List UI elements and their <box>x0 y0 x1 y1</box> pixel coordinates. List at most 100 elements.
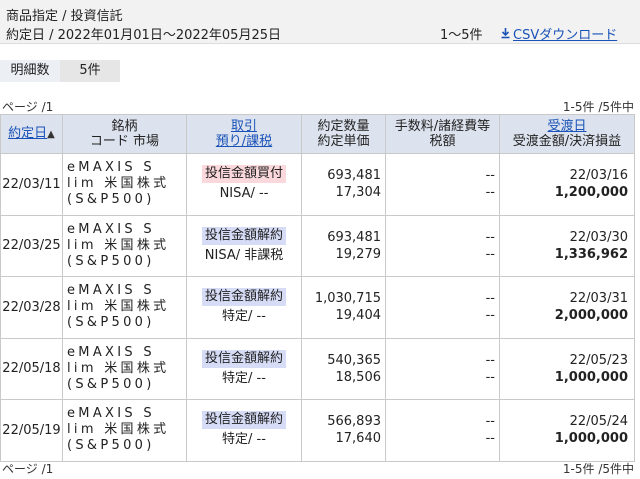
settlement-date: 22/05/23 <box>569 352 628 368</box>
table-row: 22/03/28 eMAXIS Slim 米国株式 (S&P500) 投信金額解約 特定… <box>0 276 635 339</box>
sort-trade-link[interactable]: 取引 <box>187 119 301 134</box>
quantity: 693,481 <box>327 229 381 245</box>
col-trade[interactable]: 取引 預り/課税 <box>186 114 302 154</box>
fund-name-line3: (S&P500) <box>67 253 155 269</box>
fund-name[interactable]: eMAXIS Slim 米国株式 (S&P500) <box>62 399 187 462</box>
fee-cell: -- -- <box>385 276 500 339</box>
csv-download-label: CSVダウンロード <box>513 28 618 43</box>
fee: -- <box>485 229 495 245</box>
settlement-cell: 22/03/16 1,200,000 <box>499 153 635 216</box>
quantity: 566,893 <box>327 414 381 430</box>
table-row: 22/03/11 eMAXIS Slim 米国株式 (S&P500) 投信金額買付 NI… <box>0 153 635 216</box>
account-type: 特定/ -- <box>222 432 266 448</box>
fund-name-line3: (S&P500) <box>67 192 155 208</box>
quantity-cell: 1,030,715 19,404 <box>301 276 386 339</box>
fund-name-line2: lim 米国株式 <box>67 237 170 253</box>
csv-download-link[interactable]: CSVダウンロード <box>500 24 617 43</box>
fund-name[interactable]: eMAXIS Slim 米国株式 (S&P500) <box>62 153 187 216</box>
quantity-cell: 693,481 17,304 <box>301 153 386 216</box>
settlement-amount: 1,200,000 <box>554 185 628 201</box>
trade-type-badge: 投信金額解約 <box>201 288 286 307</box>
quantity: 693,481 <box>327 168 381 184</box>
page-indicator-bottom: ページ /1 <box>2 462 54 476</box>
page-title: 商品指定 / 投資信託 <box>6 9 123 24</box>
fund-name-line1: eMAXIS S <box>67 283 155 299</box>
trade-date: 22/03/25 <box>0 214 63 277</box>
account-type: 特定/ -- <box>222 370 266 386</box>
sort-date-link[interactable]: 約定日 <box>8 126 47 141</box>
settlement-date: 22/03/30 <box>569 229 628 245</box>
sort-settle-link[interactable]: 受渡日 <box>500 119 634 134</box>
settlement-amount: 2,000,000 <box>554 308 628 324</box>
account-type: NISA/ -- <box>219 186 269 202</box>
fund-name-line2: lim 米国株式 <box>67 422 170 438</box>
col-date[interactable]: 約定日▲ <box>0 114 63 154</box>
quantity-cell: 693,481 19,279 <box>301 214 386 277</box>
trade-type-cell: 投信金額解約 NISA/ 非課税 <box>186 214 302 277</box>
settlement-amount: 1,000,000 <box>554 431 628 447</box>
header-panel: 商品指定 / 投資信託 約定日 / 2022年01月01日〜2022年05月25… <box>0 0 640 44</box>
settlement-cell: 22/03/31 2,000,000 <box>499 276 635 339</box>
settlement-cell: 22/03/30 1,336,962 <box>499 214 635 277</box>
col-settle[interactable]: 受渡日 受渡金額/決済損益 <box>499 114 635 154</box>
date-range: 約定日 / 2022年01月01日〜2022年05月25日 <box>6 28 281 43</box>
fee-cell: -- -- <box>385 399 500 462</box>
trade-type-cell: 投信金額解約 特定/ -- <box>186 399 302 462</box>
trade-type-cell: 投信金額買付 NISA/ -- <box>186 153 302 216</box>
fund-name-line2: lim 米国株式 <box>67 299 170 315</box>
trade-type-badge: 投信金額買付 <box>201 165 286 184</box>
col-fund-line2: コード 市場 <box>89 134 160 149</box>
fund-name[interactable]: eMAXIS Slim 米国株式 (S&P500) <box>62 337 187 400</box>
download-icon <box>500 27 512 43</box>
settlement-amount: 1,336,962 <box>554 246 628 262</box>
unit-price: 17,304 <box>335 185 382 201</box>
trade-type-badge: 投信金額解約 <box>201 349 286 368</box>
trade-date: 22/05/19 <box>0 399 63 462</box>
detail-count-label: 明細数 <box>0 60 60 82</box>
fund-name-line2: lim 米国株式 <box>67 360 170 376</box>
fee: -- <box>485 291 495 307</box>
table-row: 22/03/25 eMAXIS Slim 米国株式 (S&P500) 投信金額解約 NI… <box>0 214 635 277</box>
col-fund: 銘柄 コード 市場 <box>62 114 187 154</box>
fund-name-line3: (S&P500) <box>67 438 155 454</box>
trade-type-cell: 投信金額解約 特定/ -- <box>186 337 302 400</box>
unit-price: 19,279 <box>335 246 382 262</box>
settlement-amount: 1,000,000 <box>554 369 628 385</box>
col-qty: 約定数量 約定単価 <box>301 114 386 154</box>
settlement-date: 22/03/31 <box>569 291 628 307</box>
sort-asc-icon: ▲ <box>47 129 55 140</box>
fund-name[interactable]: eMAXIS Slim 米国株式 (S&P500) <box>62 276 187 339</box>
fund-name-line3: (S&P500) <box>67 315 155 331</box>
quantity-cell: 566,893 17,640 <box>301 399 386 462</box>
tax: -- <box>485 369 495 385</box>
tax: -- <box>485 308 495 324</box>
fee: -- <box>485 414 495 430</box>
unit-price: 19,404 <box>335 308 382 324</box>
trade-date: 22/03/11 <box>0 153 63 216</box>
table-row: 22/05/18 eMAXIS Slim 米国株式 (S&P500) 投信金額解約 特定… <box>0 337 635 400</box>
col-settle-line2: 受渡金額/決済損益 <box>512 134 622 149</box>
fee-cell: -- -- <box>385 337 500 400</box>
detail-count-value: 5件 <box>60 60 120 82</box>
trade-date: 22/03/28 <box>0 276 63 339</box>
fee-cell: -- -- <box>385 214 500 277</box>
sort-account-link[interactable]: 預り/課税 <box>187 134 301 149</box>
fund-name-line1: eMAXIS S <box>67 160 155 176</box>
col-qty-line2: 約定単価 <box>317 134 370 149</box>
col-qty-line1: 約定数量 <box>317 119 370 134</box>
fund-name-line1: eMAXIS S <box>67 221 155 237</box>
settlement-cell: 22/05/23 1,000,000 <box>499 337 635 400</box>
col-fee: 手数料/諸経費等 税額 <box>385 114 500 154</box>
fund-name-line2: lim 米国株式 <box>67 176 170 192</box>
trade-history-table: 約定日▲ 銘柄 コード 市場 取引 預り/課税 約定数量 約定単価 手数料/諸経費等税… <box>0 114 635 462</box>
fund-name[interactable]: eMAXIS Slim 米国株式 (S&P500) <box>62 214 187 277</box>
fund-name-line3: (S&P500) <box>67 376 155 392</box>
fee: -- <box>485 352 495 368</box>
col-fund-line1: 銘柄 <box>111 119 138 134</box>
tax: -- <box>485 246 495 262</box>
trade-type-cell: 投信金額解約 特定/ -- <box>186 276 302 339</box>
unit-price: 17,640 <box>335 431 382 447</box>
col-fee-line2: 税額 <box>429 134 456 149</box>
fee-cell: -- -- <box>385 153 500 216</box>
range-indicator-bottom: 1-5件 /5件中 <box>562 462 634 476</box>
